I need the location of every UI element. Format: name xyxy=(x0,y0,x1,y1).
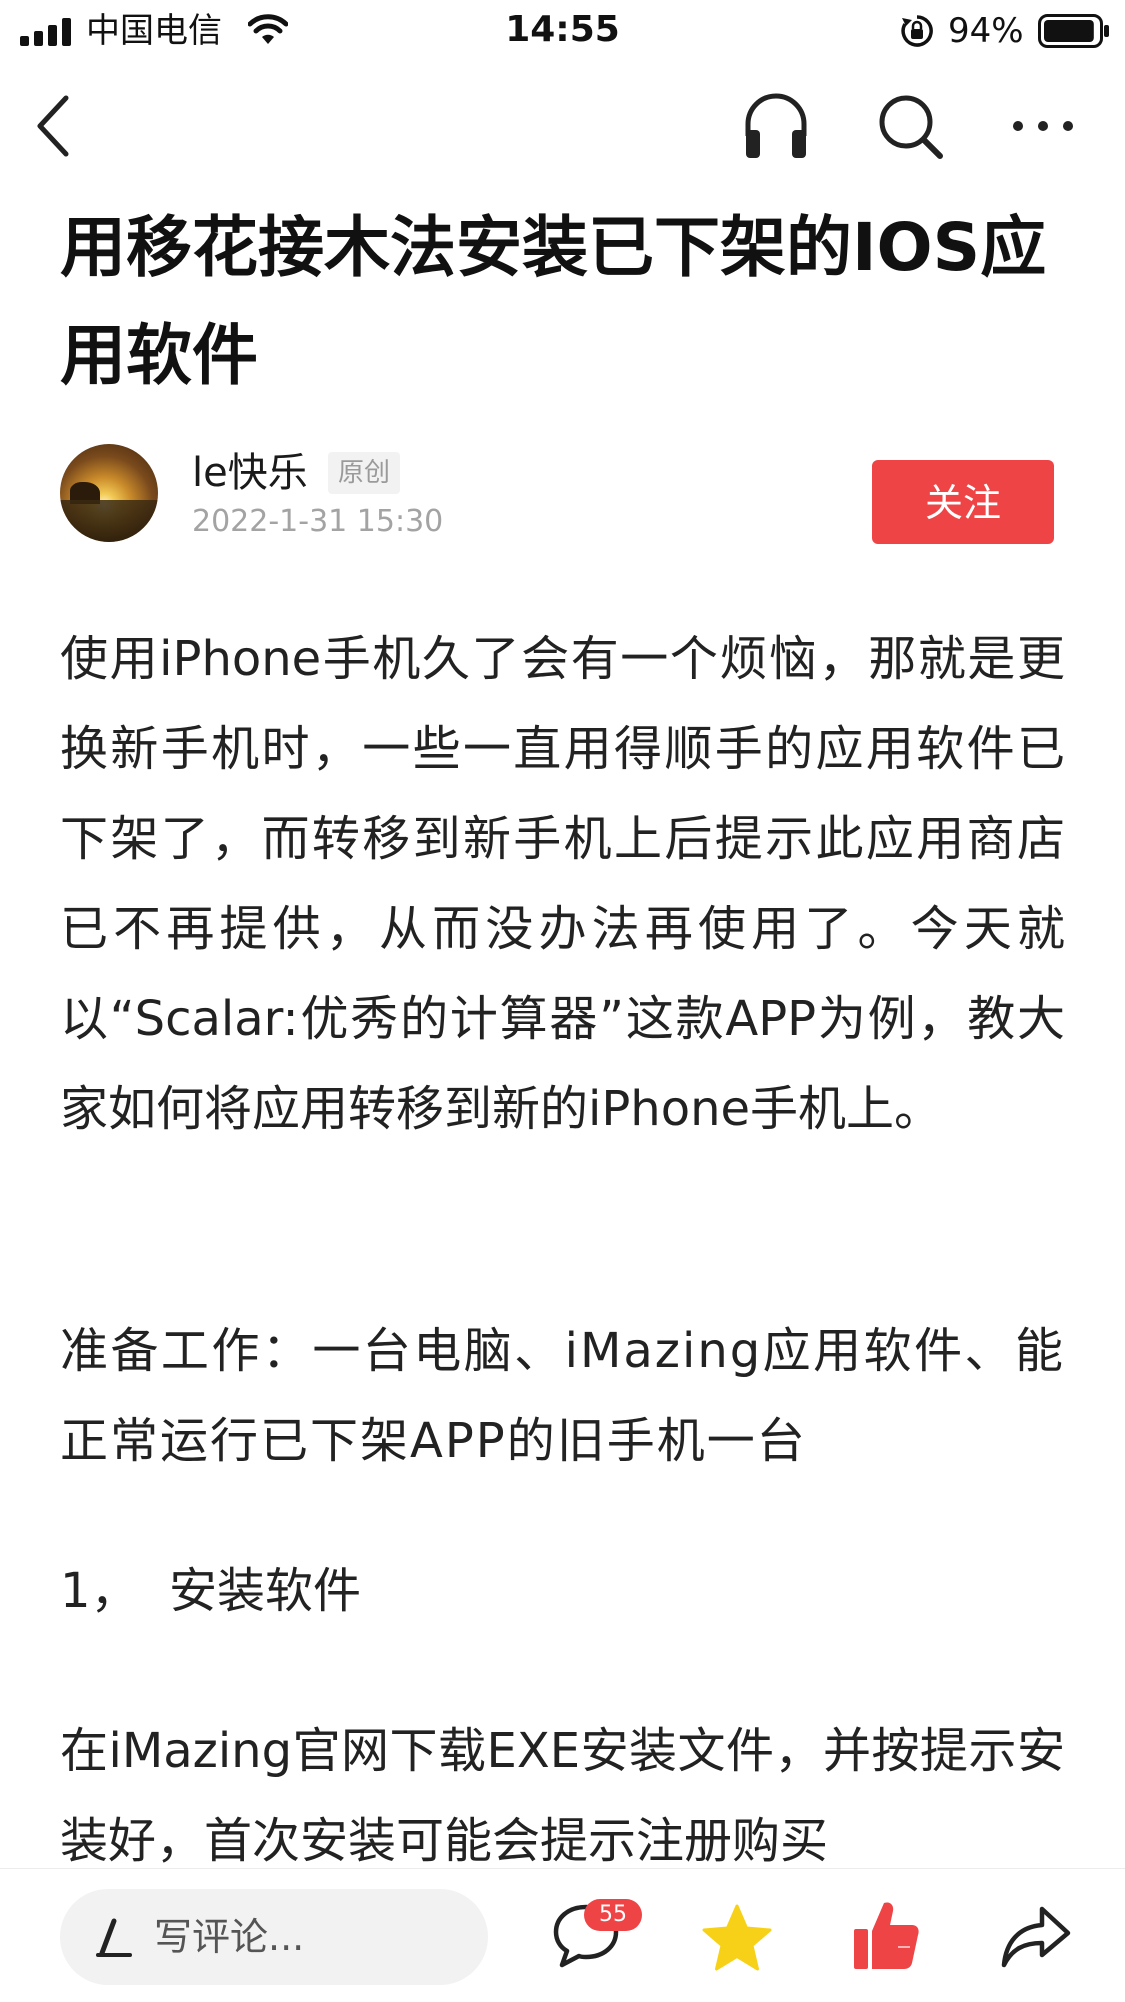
follow-button[interactable]: 关注 xyxy=(872,460,1054,544)
nav-bar xyxy=(0,64,1125,194)
search-icon[interactable] xyxy=(876,92,944,160)
avatar-horizon xyxy=(60,500,158,542)
author-avatar[interactable] xyxy=(60,444,158,542)
article-paragraph: 使用iPhone手机久了会有一个烦恼，那就是更换新手机时，一些一直用得顺手的应用… xyxy=(60,631,1065,1137)
section-heading: 1， 安装软件 xyxy=(60,1563,362,1619)
share-icon[interactable] xyxy=(1000,1903,1072,1971)
author-row: le快乐 原创 2022-1-31 15:30 关注 xyxy=(60,444,1065,544)
back-icon[interactable] xyxy=(34,94,74,158)
author-name[interactable]: le快乐 xyxy=(192,448,308,498)
article-paragraph: 准备工作：一台电脑、iMazing应用软件、能正常运行已下架APP的旧手机一台 xyxy=(60,1323,1065,1469)
headphones-icon[interactable] xyxy=(742,90,810,160)
status-bar: 中国电信 14:55 94% xyxy=(0,0,1125,64)
post-time: 2022-1-31 15:30 xyxy=(192,504,444,539)
article-title: 用移花接木法安装已下架的IOS应用软件 xyxy=(60,209,1047,394)
article-paragraph: 在iMazing官网下载EXE安装文件，并按提示安装好，首次安装可能会提示注册购… xyxy=(60,1723,1065,1869)
pen-icon xyxy=(96,1918,132,1957)
battery-percent: 94% xyxy=(948,11,1024,51)
comment-count-badge: 55 xyxy=(584,1899,642,1931)
comment-input[interactable]: 写评论... xyxy=(60,1889,488,1985)
bottom-action-bar: 写评论... 55 xyxy=(0,1868,1125,2002)
original-badge: 原创 xyxy=(328,452,401,494)
more-icon[interactable] xyxy=(1010,108,1076,144)
rotation-lock-icon xyxy=(901,15,933,47)
favorite-star-icon[interactable] xyxy=(700,1903,774,1975)
battery-icon xyxy=(1038,14,1109,48)
like-icon[interactable] xyxy=(852,1897,920,1973)
comment-placeholder: 写评论... xyxy=(154,1915,305,1959)
